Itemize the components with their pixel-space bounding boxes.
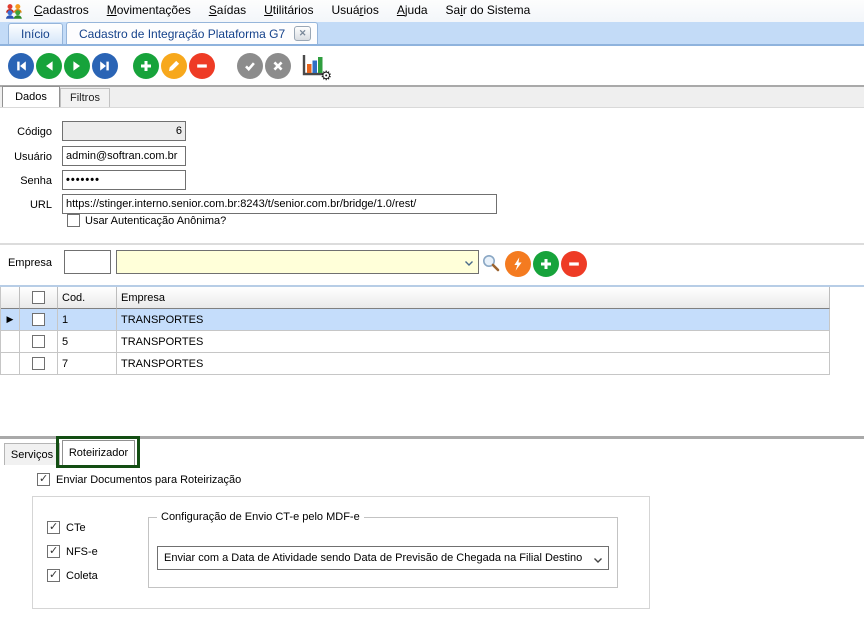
chevron-down-icon <box>592 552 604 569</box>
url-label: URL <box>29 199 52 211</box>
section-divider <box>0 243 864 245</box>
tab-filtros[interactable]: Filtros <box>60 88 110 107</box>
menu-movimentacoes[interactable]: Movimentações <box>98 0 200 22</box>
delete-record-button[interactable] <box>189 53 215 79</box>
tab-cadastro-label: Cadastro de Integração Plataforma G7 <box>79 26 286 41</box>
table-row[interactable]: 7 TRANSPORTES <box>1 353 830 375</box>
toolbar: ⚙ <box>0 46 864 85</box>
current-row-indicator: ▶ <box>6 314 14 324</box>
envio-cte-select-value: Enviar com a Data de Atividade sendo Dat… <box>164 552 583 564</box>
table-row[interactable]: 5 TRANSPORTES <box>1 331 830 353</box>
config-envio-groupbox: Configuração de Envio CT-e pelo MDF-e En… <box>148 511 618 588</box>
row-checkbox-cell <box>20 353 58 375</box>
bottom-section-divider <box>0 436 864 439</box>
nfse-checkbox[interactable] <box>47 545 60 558</box>
envio-cte-select[interactable]: Enviar com a Data de Atividade sendo Dat… <box>157 546 609 570</box>
app-window: Cadastros Movimentações Saídas Utilitári… <box>0 0 864 638</box>
usuario-field[interactable] <box>62 146 186 166</box>
empresa-cell: TRANSPORTES <box>117 309 830 331</box>
edit-record-button[interactable] <box>161 53 187 79</box>
empresa-label: Empresa <box>7 257 52 269</box>
usuario-label: Usuário <box>14 151 52 163</box>
search-icon[interactable] <box>481 253 501 273</box>
nfse-label: NFS-e <box>66 546 98 558</box>
menu-cadastros[interactable]: Cadastros <box>25 0 98 22</box>
data-tabstrip: Dados Filtros <box>0 86 864 108</box>
cod-header-cell[interactable]: Cod. <box>58 287 117 309</box>
tab-inicio-label: Início <box>21 27 50 41</box>
cte-checkbox[interactable] <box>47 521 60 534</box>
menu-saidas[interactable]: Saídas <box>200 0 255 22</box>
groupbox-title: Configuração de Envio CT-e pelo MDF-e <box>157 511 364 523</box>
menubar: Cadastros Movimentações Saídas Utilitári… <box>0 0 864 22</box>
indicator-header-cell <box>1 287 20 309</box>
cod-cell: 5 <box>58 331 117 353</box>
enviar-documentos-label: Enviar Documentos para Roteirização <box>56 474 242 486</box>
empresa-header-cell[interactable]: Empresa <box>117 287 830 309</box>
chevron-down-icon[interactable] <box>463 256 475 274</box>
empresa-table: Cod. Empresa ▶ 1 TRANSPORTES 5 TRANSPORT… <box>0 287 830 375</box>
empresa-remove-button[interactable] <box>561 251 587 277</box>
confirm-button[interactable] <box>237 53 263 79</box>
row-checkbox[interactable] <box>32 357 45 370</box>
url-field[interactable] <box>62 194 497 214</box>
tab-dados[interactable]: Dados <box>2 86 60 107</box>
empresa-code-input[interactable] <box>64 250 111 274</box>
empresa-cell: TRANSPORTES <box>117 353 830 375</box>
gear-icon: ⚙ <box>320 68 332 83</box>
codigo-label: Código <box>17 126 52 138</box>
window-tabstrip: Início Cadastro de Integração Plataforma… <box>0 22 864 46</box>
cod-cell: 1 <box>58 309 117 331</box>
codigo-field <box>62 121 186 141</box>
next-record-button[interactable] <box>64 53 90 79</box>
empresa-cell: TRANSPORTES <box>117 331 830 353</box>
lightning-sync-button[interactable] <box>505 251 531 277</box>
first-record-button[interactable] <box>8 53 34 79</box>
close-tab-icon[interactable]: ✕ <box>294 26 312 41</box>
empresa-add-button[interactable] <box>533 251 559 277</box>
coleta-label: Coleta <box>66 570 98 582</box>
tab-roteirizador[interactable]: Roteirizador <box>62 440 135 465</box>
menu-sair-do-sistema[interactable]: Sair do Sistema <box>437 0 540 22</box>
row-checkbox-cell <box>20 309 58 331</box>
row-checkbox[interactable] <box>32 313 45 326</box>
indicator-cell: ▶ <box>1 309 20 331</box>
anonymous-auth-label: Usar Autenticação Anônima? <box>85 215 227 227</box>
last-record-button[interactable] <box>92 53 118 79</box>
row-checkbox-cell <box>20 331 58 353</box>
add-record-button[interactable] <box>133 53 159 79</box>
cte-label: CTe <box>66 522 86 534</box>
menu-utilitarios[interactable]: Utilitários <box>255 0 322 22</box>
select-all-checkbox[interactable] <box>32 291 45 304</box>
row-checkbox[interactable] <box>32 335 45 348</box>
tab-cadastro-integracao-g7[interactable]: Cadastro de Integração Plataforma G7 ✕ <box>66 22 319 44</box>
table-header-row: Cod. Empresa <box>1 287 830 309</box>
tab-servicos[interactable]: Serviços <box>4 443 60 465</box>
cod-cell: 7 <box>58 353 117 375</box>
tab-inicio[interactable]: Início <box>8 23 63 44</box>
senha-label: Senha <box>20 175 52 187</box>
chart-settings-icon[interactable]: ⚙ <box>299 52 332 83</box>
indicator-cell <box>1 353 20 375</box>
users-group-icon <box>3 2 25 20</box>
coleta-checkbox[interactable] <box>47 569 60 582</box>
table-row[interactable]: ▶ 1 TRANSPORTES <box>1 309 830 331</box>
previous-record-button[interactable] <box>36 53 62 79</box>
menu-ajuda[interactable]: Ajuda <box>388 0 437 22</box>
empresa-combo[interactable] <box>116 250 479 274</box>
menu-usuarios[interactable]: Usuários <box>322 0 387 22</box>
empresa-combo-value <box>117 256 121 268</box>
senha-field[interactable] <box>62 170 186 190</box>
cancel-button[interactable] <box>265 53 291 79</box>
select-all-cell <box>20 287 58 309</box>
anonymous-auth-checkbox[interactable] <box>67 214 80 227</box>
indicator-cell <box>1 331 20 353</box>
enviar-documentos-checkbox[interactable] <box>37 473 50 486</box>
